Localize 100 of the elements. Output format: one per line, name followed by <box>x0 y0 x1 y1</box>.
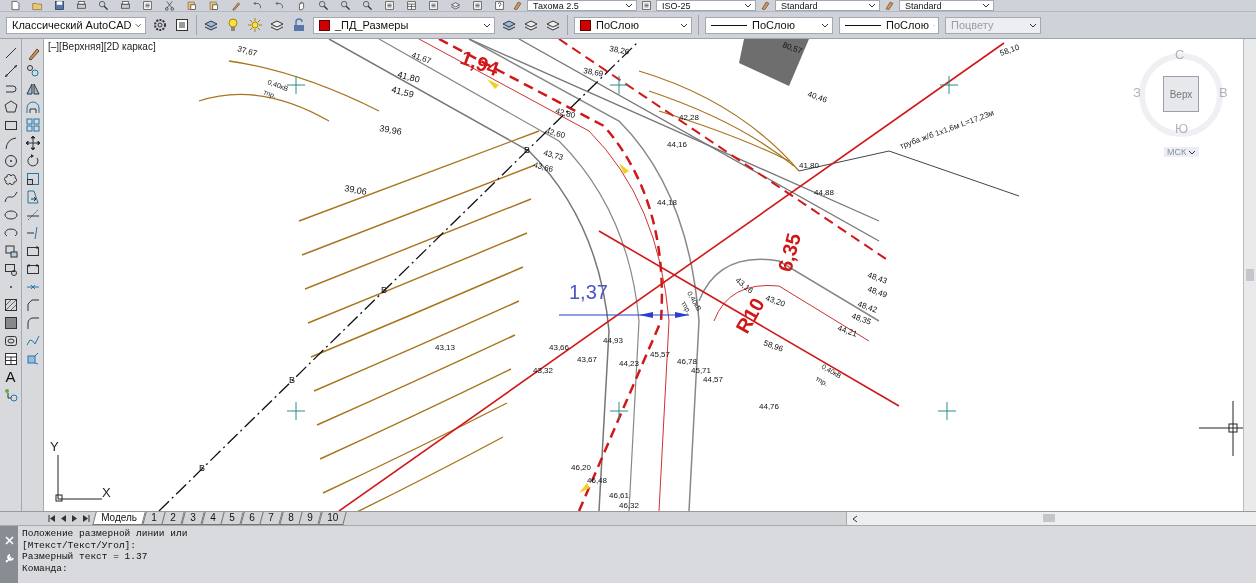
scroll-left-icon[interactable] <box>851 514 859 523</box>
hatch-icon[interactable] <box>2 297 19 313</box>
table-icon[interactable] <box>405 0 417 11</box>
arc-icon[interactable] <box>2 135 19 151</box>
erase-icon[interactable] <box>229 0 241 11</box>
text-tool[interactable]: A <box>5 369 16 385</box>
wrench-icon[interactable] <box>3 553 15 564</box>
text-style-dropdown[interactable]: Тахома 2.5 <box>527 0 637 11</box>
undo-icon[interactable] <box>273 0 285 11</box>
workspace-dropdown[interactable]: Классический AutoCAD <box>6 16 146 34</box>
trim-icon[interactable] <box>24 207 41 223</box>
print-icon[interactable] <box>75 0 87 11</box>
elevation-label: 41,67 <box>410 50 433 66</box>
offset-icon[interactable] <box>24 99 41 115</box>
caret-icon <box>625 3 633 8</box>
circle-icon[interactable] <box>2 153 19 169</box>
tab-previous-icon[interactable] <box>59 514 68 523</box>
tab-last-icon[interactable] <box>81 514 90 523</box>
scroll-thumb[interactable] <box>1043 514 1055 522</box>
layout-tab[interactable]: 9 <box>298 512 322 525</box>
ellipse-icon[interactable] <box>2 207 19 223</box>
table-icon[interactable] <box>2 351 19 367</box>
undo-icon[interactable] <box>251 0 263 11</box>
elevation-label: 37,67 <box>236 44 259 59</box>
zoom-icon[interactable] <box>317 0 329 11</box>
command-prompt[interactable]: Команда: <box>22 562 188 574</box>
command-history-line: Положение размерной линии или <box>22 528 188 540</box>
layout-tab[interactable]: 6 <box>240 512 263 525</box>
arrow-icon <box>579 483 590 493</box>
paste-icon[interactable] <box>185 0 197 11</box>
tab-first-icon[interactable] <box>48 514 57 523</box>
zoom-icon[interactable] <box>339 0 351 11</box>
padlock-icon[interactable] <box>291 17 307 33</box>
new-file-icon[interactable] <box>9 0 21 11</box>
copy-icon[interactable] <box>24 63 41 79</box>
elevation-label: 46,78 <box>677 357 698 366</box>
region-icon[interactable] <box>2 333 19 349</box>
move-icon[interactable] <box>24 135 41 151</box>
text-style-icon[interactable] <box>884 0 895 11</box>
make-block-icon[interactable] <box>2 261 19 277</box>
line-label: В <box>289 375 295 385</box>
table-style-dropdown[interactable]: Standard <box>775 0 880 11</box>
fillet-icon[interactable] <box>24 315 41 331</box>
lightbulb-icon[interactable] <box>225 17 241 33</box>
elevation-label: 44,76 <box>759 402 780 411</box>
layer-dropdown[interactable]: _ПД_Размеры <box>313 16 495 34</box>
layout-tab[interactable]: 5 <box>220 512 244 525</box>
command-history-line: Размерный текст = 1.37 <box>22 551 149 563</box>
layout-tab[interactable]: 3 <box>181 512 205 525</box>
zoom-icon[interactable] <box>361 0 373 11</box>
paste-icon[interactable] <box>207 0 219 11</box>
mirror-icon[interactable] <box>24 81 41 97</box>
chamfer-icon[interactable] <box>24 297 41 313</box>
spline-icon[interactable] <box>2 189 19 205</box>
cut-icon[interactable] <box>163 0 175 11</box>
zoom-icon[interactable] <box>97 0 109 11</box>
vertical-scrollbar[interactable] <box>1243 39 1256 511</box>
layout-tab[interactable]: Модель <box>92 512 146 525</box>
polygon-icon[interactable] <box>2 99 19 115</box>
caret-icon <box>1188 149 1197 155</box>
elevation-label: 58,96 <box>762 338 785 354</box>
color-dropdown[interactable]: ПоСлою <box>574 16 692 34</box>
text-style-icon[interactable] <box>760 0 771 11</box>
layout-tab[interactable]: 1 <box>142 512 166 525</box>
print-icon[interactable] <box>119 0 131 11</box>
rotate-icon[interactable] <box>24 153 41 169</box>
scale-icon[interactable] <box>24 171 41 187</box>
dimension-style-dropdown[interactable]: ISO-25 <box>656 0 756 11</box>
explode-icon[interactable] <box>24 351 41 367</box>
help-icon[interactable] <box>493 0 505 11</box>
elevation-label: 44,16 <box>667 140 688 149</box>
close-icon[interactable] <box>4 536 14 545</box>
elevation-label: 42,80 <box>554 106 577 121</box>
caret-icon <box>744 3 752 8</box>
layer-state-icon[interactable] <box>449 0 461 11</box>
gradient-icon[interactable] <box>2 315 19 331</box>
properties-icon[interactable] <box>174 17 190 33</box>
linetype-dropdown[interactable]: ПоСлою <box>705 16 833 34</box>
construction-line-icon[interactable] <box>2 63 19 79</box>
lineweight-dropdown[interactable]: ПоСлою <box>839 16 939 34</box>
sun-icon[interactable] <box>247 17 263 33</box>
elevation-label: 42,60 <box>544 126 567 141</box>
tab-next-icon[interactable] <box>70 514 79 523</box>
settings-icon[interactable] <box>152 17 168 33</box>
text-style-icon[interactable] <box>512 0 523 11</box>
save-icon[interactable] <box>53 0 65 11</box>
elevation-label: 44,23 <box>619 359 640 368</box>
insert-block-icon[interactable] <box>2 243 19 259</box>
revision-cloud-icon[interactable] <box>2 171 19 187</box>
scroll-thumb[interactable] <box>1246 269 1254 281</box>
horizontal-scrollbar[interactable] <box>846 512 1256 525</box>
layout-tab[interactable]: 10 <box>318 512 347 525</box>
elevation-label: 43,66 <box>532 160 555 175</box>
viewport-controls[interactable]: [–][Верхняя][2D каркас] <box>48 41 156 52</box>
break-icon[interactable] <box>24 261 41 277</box>
viewcube-face[interactable]: Верх <box>1163 76 1199 112</box>
break-at-point-icon[interactable] <box>24 243 41 259</box>
elevation-label: 42,28 <box>679 113 700 122</box>
add-point-icon[interactable] <box>2 387 19 403</box>
multileader-style-dropdown[interactable]: Standard <box>899 0 994 11</box>
